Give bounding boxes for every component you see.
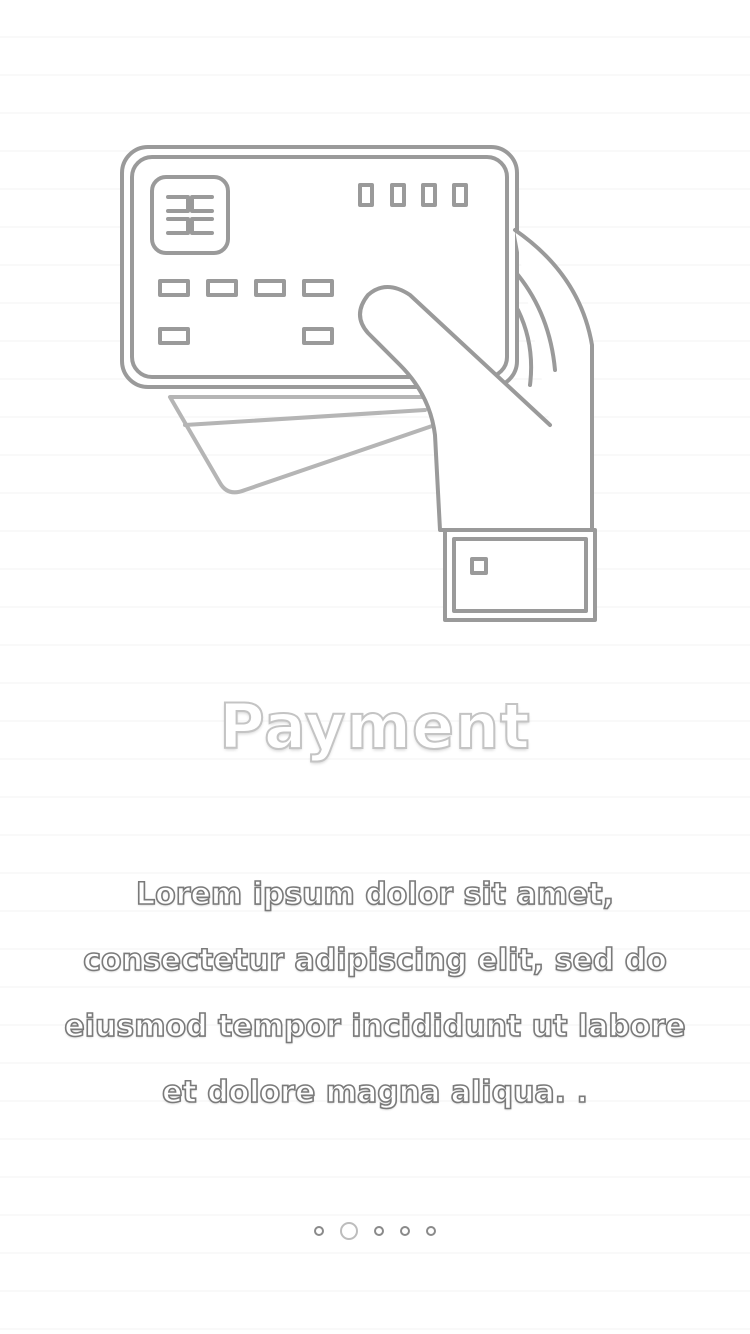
page-dot-5[interactable]: [426, 1226, 436, 1236]
description-text: Lorem ipsum dolor sit amet, consectetur …: [64, 876, 687, 1111]
page-dot-1[interactable]: [314, 1226, 324, 1236]
hand-holding-credit-card-icon: [110, 135, 610, 635]
page-dot-3[interactable]: [374, 1226, 384, 1236]
pagination-dots: [0, 1222, 750, 1240]
page-title: Payment: [218, 689, 531, 764]
page-dot-2-active[interactable]: [340, 1222, 358, 1240]
onboarding-screen: Payment Lorem ipsum dolor sit amet, cons…: [0, 0, 750, 1334]
page-dot-4[interactable]: [400, 1226, 410, 1236]
